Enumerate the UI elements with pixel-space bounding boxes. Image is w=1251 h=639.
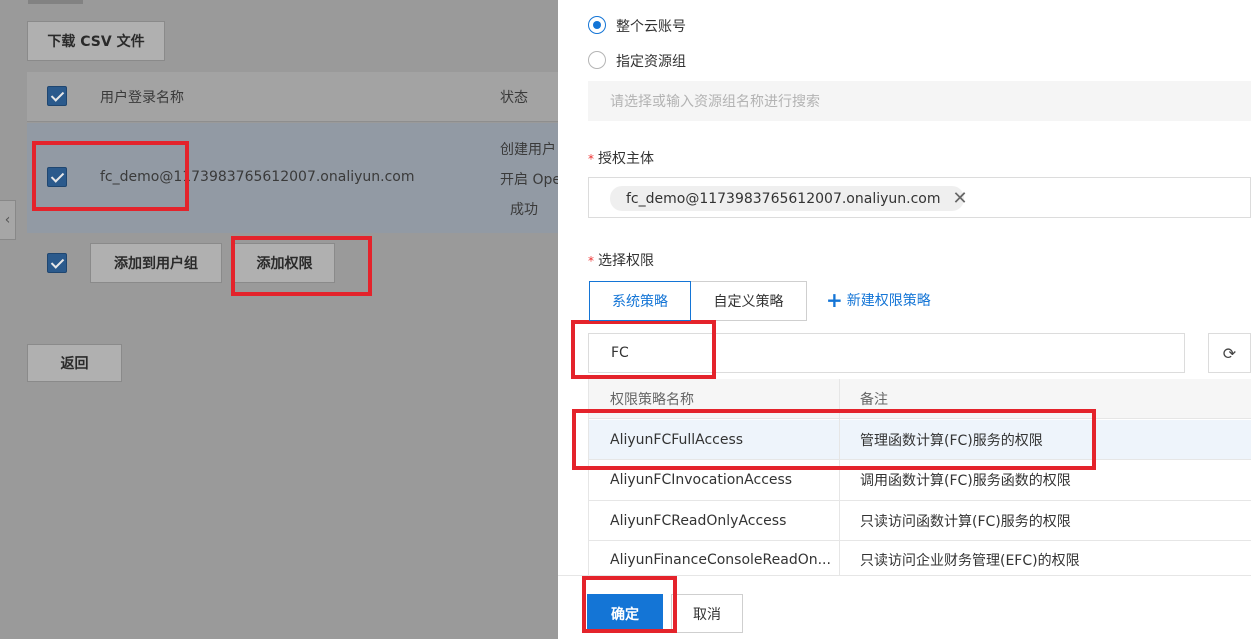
background-page: 下载 CSV 文件 用户登录名称 状态 fc_demo@117398376561…: [0, 0, 558, 639]
tab-custom-policy[interactable]: 自定义策略: [690, 281, 807, 321]
highlight-box-policy-row: [572, 409, 1096, 470]
row-status-line-1: 创建用户: [500, 142, 556, 158]
collapse-icon[interactable]: ‹: [0, 200, 16, 240]
highlight-box-row: [32, 141, 189, 211]
highlight-box-add-permission: [231, 236, 372, 296]
footer-select-checkbox[interactable]: [47, 253, 67, 273]
radio-resource-group-label[interactable]: 指定资源组: [616, 51, 686, 71]
principal-tag: fc_demo@1173983765612007.onaliyun.com ✕: [610, 186, 968, 211]
section-title-fragment: [0, 0, 558, 8]
tab-system-policy[interactable]: 系统策略: [589, 281, 691, 321]
highlight-box-confirm: [582, 576, 677, 633]
policy-note: 只读访问函数计算(FC)服务的权限: [860, 514, 1071, 530]
highlight-box-search: [571, 320, 716, 379]
radio-entire-account-label[interactable]: 整个云账号: [616, 16, 686, 36]
radio-resource-group[interactable]: [588, 51, 606, 69]
new-policy-link[interactable]: + 新建权限策略: [826, 290, 931, 310]
resource-group-search-input[interactable]: 请选择或输入资源组名称进行搜索: [588, 81, 1251, 121]
close-icon[interactable]: ✕: [952, 189, 967, 208]
new-policy-label: 新建权限策略: [846, 293, 931, 309]
column-header-status: 状态: [500, 90, 528, 106]
row-status-line-3: 成功: [510, 202, 538, 218]
column-header-username: 用户登录名称: [100, 90, 184, 106]
permissions-label: * 选择权限: [588, 253, 654, 269]
row-status-line-2: 开启 Ope: [500, 172, 558, 188]
policy-name: AliyunFCReadOnlyAccess: [610, 513, 787, 529]
download-csv-button[interactable]: 下载 CSV 文件: [27, 21, 165, 61]
add-to-group-button[interactable]: 添加到用户组: [90, 243, 222, 283]
principal-label: * 授权主体: [588, 151, 654, 167]
cancel-button[interactable]: 取消: [671, 594, 743, 633]
radio-entire-account[interactable]: [588, 16, 606, 34]
authorization-drawer: 整个云账号 指定资源组 请选择或输入资源组名称进行搜索 * 授权主体 fc_dem…: [558, 0, 1251, 639]
select-all-checkbox[interactable]: [47, 86, 67, 106]
policy-name: AliyunFinanceConsoleReadOn...: [610, 552, 831, 568]
principal-tag-text: fc_demo@1173983765612007.onaliyun.com: [626, 190, 941, 207]
refresh-icon[interactable]: ⟳: [1208, 333, 1251, 373]
back-button[interactable]: 返回: [27, 344, 122, 382]
plus-icon: +: [826, 288, 843, 312]
policy-note: 只读访问企业财务管理(EFC)的权限: [860, 553, 1080, 569]
